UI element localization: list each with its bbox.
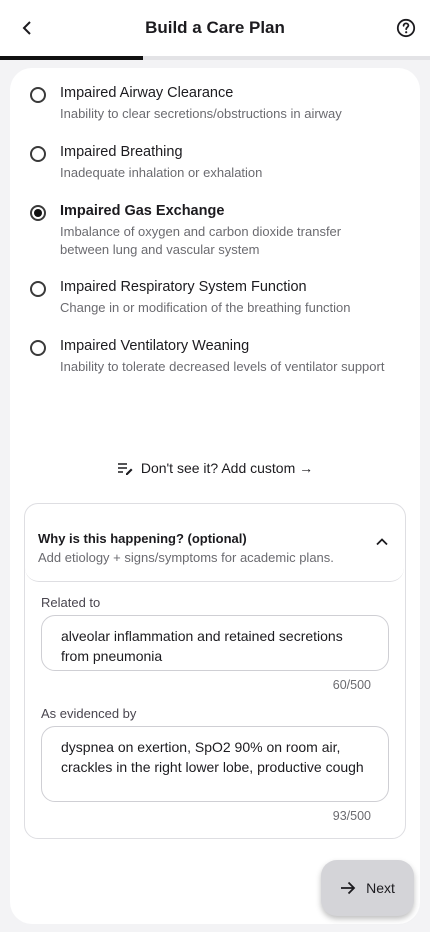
option-description: Imbalance of oxygen and carbon dioxide t… <box>60 224 342 257</box>
radio-button[interactable] <box>30 87 46 103</box>
option-title: Impaired Airway Clearance <box>60 85 234 101</box>
evidenced-by-label: As evidenced by <box>41 706 137 721</box>
evidenced-by-field[interactable]: dyspnea on exertion, SpO2 90% on room ai… <box>41 726 389 802</box>
option-description: Inability to clear secretions/obstructio… <box>60 106 342 121</box>
app-header: Build a Care Plan <box>0 0 430 56</box>
option-impaired-respiratory-system-function[interactable]: Impaired Respiratory System Function Cha… <box>10 262 420 321</box>
option-description: Change in or modification of the breathi… <box>60 300 351 315</box>
diagnosis-card: Impaired Airway Clearance Inability to c… <box>10 68 420 924</box>
option-impaired-ventilatory-weaning[interactable]: Impaired Ventilatory Weaning Inability t… <box>10 321 420 380</box>
etiology-panel-header[interactable]: Why is this happening? (optional) Add et… <box>25 504 404 582</box>
related-to-counter: 60/500 <box>332 678 371 692</box>
option-title: Impaired Gas Exchange <box>60 203 225 219</box>
option-description: Inability to tolerate decreased levels o… <box>60 359 385 374</box>
option-impaired-breathing[interactable]: Impaired Breathing Inadequate inhalation… <box>10 127 420 186</box>
next-button-label: Next <box>366 880 395 896</box>
next-button[interactable]: Next <box>321 860 414 916</box>
option-title: Impaired Respiratory System Function <box>60 279 307 295</box>
etiology-subtitle: Add etiology + signs/symptoms for academ… <box>38 550 334 565</box>
add-custom-label: Don't see it? Add custom → <box>140 460 314 476</box>
add-custom-link[interactable]: Don't see it? Add custom → <box>10 456 420 480</box>
edit-list-icon <box>117 463 133 475</box>
option-title: Impaired Breathing <box>60 144 183 160</box>
option-title: Impaired Ventilatory Weaning <box>60 338 250 354</box>
option-description: Inadequate inhalation or exhalation <box>60 165 263 180</box>
page-title: Build a Care Plan <box>145 18 285 37</box>
evidenced-by-counter: 93/500 <box>332 809 371 823</box>
etiology-panel: Why is this happening? (optional) Add et… <box>24 503 406 839</box>
arrow-right-icon <box>341 881 356 895</box>
help-circle-icon <box>396 18 416 38</box>
back-arrow-icon <box>22 21 31 35</box>
etiology-title: Why is this happening? (optional) <box>38 531 247 546</box>
related-to-label: Related to <box>41 595 101 610</box>
radio-button[interactable] <box>30 205 46 221</box>
option-impaired-airway-clearance[interactable]: Impaired Airway Clearance Inability to c… <box>10 68 420 127</box>
option-impaired-gas-exchange[interactable]: Impaired Gas Exchange Imbalance of oxyge… <box>10 186 420 262</box>
help-button[interactable] <box>392 14 420 42</box>
radio-button[interactable] <box>30 146 46 162</box>
radio-button[interactable] <box>30 281 46 297</box>
progress-bar <box>0 56 430 60</box>
back-button[interactable] <box>14 14 42 42</box>
related-to-field[interactable]: alveolar inflammation and retained secre… <box>41 615 389 671</box>
progress-bar-fill <box>0 56 144 60</box>
radio-button[interactable] <box>30 340 46 356</box>
chevron-up-icon <box>376 538 388 546</box>
